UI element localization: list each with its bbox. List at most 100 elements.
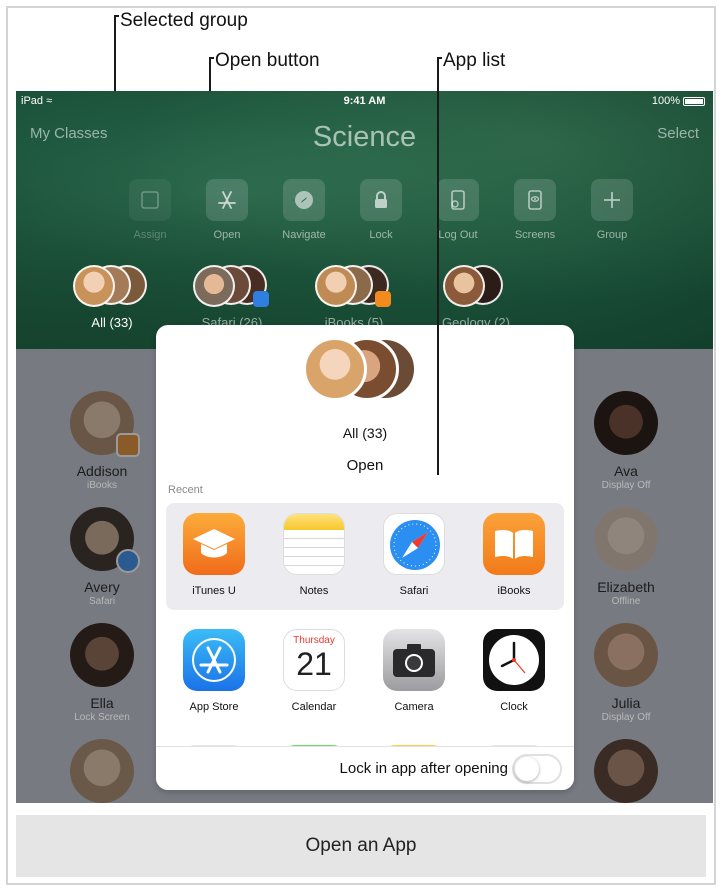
student-status: Lock Screen [74, 712, 130, 723]
student-name: Ella [90, 695, 114, 711]
group-label: All (33) [91, 315, 133, 330]
assign-icon [129, 179, 171, 221]
toolbar: Assign Open Navigate Lock Log Out Screen… [16, 179, 713, 249]
app-calendar[interactable]: Thursday 21 Calendar [266, 629, 362, 713]
app-itunes-u[interactable]: iTunes U [166, 513, 262, 597]
app-notes[interactable]: Notes [266, 513, 362, 597]
status-bar: iPad ≈ 9:41 AM 100% [16, 95, 713, 111]
student-name: Elizabeth [597, 579, 655, 595]
toolbar-screens-button[interactable]: Screens [497, 179, 573, 241]
screens-icon [514, 179, 556, 221]
student-name: Addison [76, 463, 128, 479]
group-avatars [435, 263, 517, 309]
select-button[interactable]: Select [657, 125, 699, 142]
app-store-icon [206, 179, 248, 221]
app-camera[interactable]: Camera [366, 629, 462, 713]
toolbar-label: Open [213, 229, 241, 241]
ibooks-badge-icon [116, 433, 140, 457]
calendar-icon: Thursday 21 [283, 629, 345, 691]
app-label: iBooks [497, 585, 531, 597]
status-right: 100% [652, 95, 705, 107]
student-tile[interactable]: Addison iBooks [42, 391, 162, 491]
student-tile[interactable]: Julia Display Off [566, 623, 686, 723]
callout-hook [114, 15, 119, 17]
toolbar-group-button[interactable]: Group [574, 179, 650, 241]
app-label: Notes [299, 585, 329, 597]
app-label: Camera [394, 701, 434, 713]
avatar [70, 739, 134, 803]
avatar [70, 623, 134, 687]
app-label: Clock [500, 701, 528, 713]
safari-badge-icon [253, 291, 269, 307]
recent-section-label: Recent [168, 484, 203, 496]
student-tile[interactable]: Ella Lock Screen [42, 623, 162, 723]
app-clock[interactable]: Clock [466, 629, 562, 713]
notes-icon [283, 513, 345, 575]
plus-icon [591, 179, 633, 221]
student-status: Display Off [601, 712, 651, 723]
student-photo [443, 265, 485, 307]
student-tile [566, 739, 686, 803]
lock-in-app-row: Lock in app after opening [156, 746, 574, 790]
student-status: Display Off [601, 480, 651, 491]
popover-group-avatars [303, 337, 425, 407]
student-tile [42, 739, 162, 803]
status-time: 9:41 AM [343, 95, 386, 107]
student-tile[interactable]: Ava Display Off [566, 391, 686, 491]
lock-in-app-label: Lock in app after opening [339, 760, 508, 777]
student-status: Safari [88, 596, 116, 607]
group-geology[interactable]: Geology (2) [416, 263, 536, 330]
callout-line-app-list [437, 57, 439, 475]
toolbar-label: Screens [514, 229, 556, 241]
compass-icon [283, 179, 325, 221]
app-safari[interactable]: Safari [366, 513, 462, 597]
app-label: Calendar [291, 701, 337, 713]
lock-icon [360, 179, 402, 221]
toolbar-navigate-button[interactable]: Navigate [266, 179, 342, 241]
group-avatars [313, 263, 395, 309]
nav-bar: My Classes Science Select [16, 113, 713, 163]
student-photo [303, 337, 367, 401]
avatar [594, 507, 658, 571]
avatar [594, 391, 658, 455]
group-all[interactable]: All (33) [52, 263, 172, 330]
toolbar-label: Group [596, 229, 628, 241]
ibooks-icon [483, 513, 545, 575]
toolbar-assign-button[interactable]: Assign [112, 179, 188, 241]
group-ibooks[interactable]: iBooks (5) [294, 263, 414, 330]
logout-icon [437, 179, 479, 221]
toolbar-lock-button[interactable]: Lock [343, 179, 419, 241]
figure-caption: Open an App [16, 815, 706, 877]
student-tile[interactable]: Elizabeth Offline [566, 507, 686, 607]
callout-open-button: Open button [215, 50, 320, 71]
student-status: iBooks [86, 480, 117, 491]
toolbar-label: Navigate [282, 229, 326, 241]
app-app-store[interactable]: App Store [166, 629, 262, 713]
student-name: Avery [84, 579, 120, 595]
clock-icon [483, 629, 545, 691]
lock-in-app-toggle[interactable] [512, 754, 562, 784]
app-ibooks[interactable]: iBooks [466, 513, 562, 597]
group-safari[interactable]: Safari (26) [172, 263, 292, 330]
battery-percent: 100% [651, 95, 680, 107]
app-label: iTunes U [192, 585, 236, 597]
toolbar-label: Assign [133, 229, 167, 241]
camera-icon [383, 629, 445, 691]
toolbar-label: Log Out [438, 229, 478, 241]
callout-selected-group: Selected group [120, 10, 248, 31]
popover-group-label: All (33) [342, 425, 388, 441]
callout-hook [209, 57, 214, 59]
callout-app-list: App list [443, 50, 506, 71]
avatar [70, 507, 140, 573]
toolbar-label: Lock [369, 229, 393, 241]
page-title: Science [312, 121, 417, 153]
app-store-icon [183, 629, 245, 691]
calendar-date: 21 [296, 646, 332, 682]
toolbar-open-button[interactable]: Open [189, 179, 265, 241]
student-photo [73, 265, 115, 307]
student-tile[interactable]: Avery Safari [42, 507, 162, 607]
group-avatars [71, 263, 153, 309]
popover-title: Open [346, 457, 384, 474]
toolbar-logout-button[interactable]: Log Out [420, 179, 496, 241]
group-avatars [191, 263, 273, 309]
